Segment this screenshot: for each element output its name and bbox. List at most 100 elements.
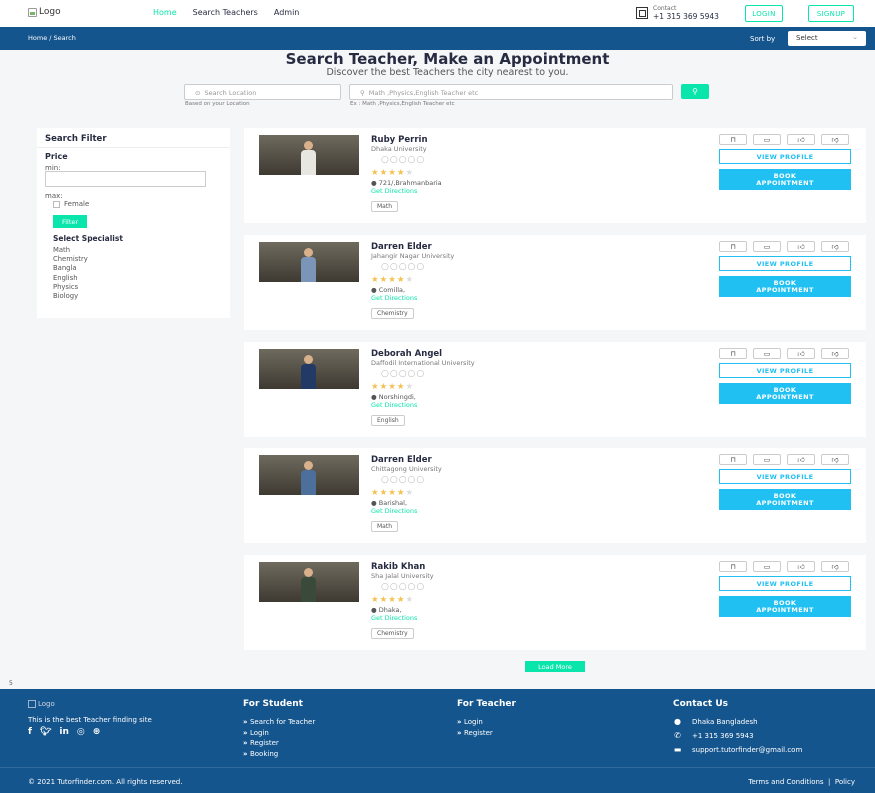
- filter-button[interactable]: Filter: [53, 215, 87, 228]
- get-directions-link[interactable]: Get Directions: [371, 401, 417, 409]
- specialist-item[interactable]: Chemistry: [53, 255, 88, 264]
- footer-link[interactable]: Register: [243, 739, 279, 747]
- thumbs-up-button[interactable]: 👍︎: [787, 454, 815, 465]
- teacher-name[interactable]: Ruby Perrin: [371, 135, 428, 145]
- location-input[interactable]: ⊙ Search Location: [184, 84, 341, 100]
- teacher-university: Sha Jalal University: [371, 572, 434, 580]
- location-pin-icon: ⊙: [195, 89, 201, 97]
- specialist-item[interactable]: Bangla: [53, 264, 88, 273]
- min-price-input[interactable]: [45, 171, 206, 187]
- envelope-icon: ▬: [673, 745, 682, 754]
- sort-select[interactable]: Select ⌄: [788, 31, 866, 46]
- star-icon: ★: [396, 168, 406, 178]
- teacher-photo[interactable]: [259, 562, 359, 602]
- map-marker-icon: ●: [371, 286, 379, 294]
- view-profile-button[interactable]: VIEW PROFILE: [719, 576, 851, 591]
- specialist-item[interactable]: Biology: [53, 292, 88, 301]
- thumbs-up-button[interactable]: 👍︎: [787, 561, 815, 572]
- view-profile-button[interactable]: VIEW PROFILE: [719, 469, 851, 484]
- subject-tag: Chemistry: [371, 308, 414, 319]
- thumbs-down-button[interactable]: 👎︎: [821, 561, 849, 572]
- book-appointment-button[interactable]: BOOK APPOINTMENT: [719, 489, 851, 510]
- star-rating: ★★★★★: [371, 382, 414, 392]
- thumbs-up-button[interactable]: 👍︎: [787, 348, 815, 359]
- thumbs-up-button[interactable]: 👍︎: [787, 241, 815, 252]
- footer-link[interactable]: Search for Teacher: [243, 718, 315, 726]
- login-button[interactable]: LOGIN: [745, 5, 783, 22]
- teacher-photo[interactable]: [259, 349, 359, 389]
- book-appointment-button[interactable]: BOOK APPOINTMENT: [719, 169, 851, 190]
- get-directions-link[interactable]: Get Directions: [371, 187, 417, 195]
- view-profile-button[interactable]: VIEW PROFILE: [719, 256, 851, 271]
- thumbs-up-icon: 👍︎: [797, 136, 805, 144]
- thumbs-up-icon: 👍︎: [797, 243, 805, 251]
- thumbs-up-button[interactable]: 👍︎: [787, 134, 815, 145]
- comment-button[interactable]: ▭: [753, 561, 781, 572]
- teacher-photo[interactable]: [259, 242, 359, 282]
- view-profile-button[interactable]: VIEW PROFILE: [719, 149, 851, 164]
- thumbs-down-button[interactable]: 👎︎: [821, 241, 849, 252]
- specialist-item[interactable]: Physics: [53, 283, 88, 292]
- nav-home[interactable]: Home: [153, 8, 177, 17]
- book-appointment-button[interactable]: BOOK APPOINTMENT: [719, 276, 851, 297]
- teacher-name[interactable]: Darren Elder: [371, 455, 432, 465]
- thumbs-down-button[interactable]: 👎︎: [821, 454, 849, 465]
- view-profile-button[interactable]: VIEW PROFILE: [719, 363, 851, 378]
- teacher-location: ● Dhaka,: [371, 606, 402, 614]
- comment-button[interactable]: ▭: [753, 348, 781, 359]
- bookmark-button[interactable]: ⊓: [719, 561, 747, 572]
- load-more-button[interactable]: Load More: [525, 661, 585, 672]
- nav-search-teachers[interactable]: Search Teachers: [193, 8, 258, 17]
- star-icon: ★: [388, 275, 397, 285]
- comment-button[interactable]: ▭: [753, 134, 781, 145]
- bookmark-button[interactable]: ⊓: [719, 134, 747, 145]
- get-directions-link[interactable]: Get Directions: [371, 507, 417, 515]
- bookmark-button[interactable]: ⊓: [719, 348, 747, 359]
- footer-link[interactable]: Booking: [243, 750, 278, 758]
- dribbble-icon[interactable]: ⊛: [93, 727, 101, 737]
- book-appointment-button[interactable]: BOOK APPOINTMENT: [719, 383, 851, 404]
- footer-link[interactable]: Register: [457, 729, 493, 737]
- facebook-icon[interactable]: f: [28, 727, 32, 737]
- footer-link[interactable]: Login: [457, 718, 483, 726]
- bookmark-button[interactable]: ⊓: [719, 241, 747, 252]
- twitter-icon[interactable]: 🐦︎: [40, 727, 51, 737]
- footer-link[interactable]: Login: [243, 729, 269, 737]
- star-icon: ★: [379, 275, 389, 285]
- female-checkbox[interactable]: Female: [53, 200, 89, 208]
- comment-button[interactable]: ▭: [753, 454, 781, 465]
- teacher-name[interactable]: Deborah Angel: [371, 349, 442, 359]
- terms-link[interactable]: Terms and Conditions: [748, 778, 823, 786]
- thumbs-down-button[interactable]: 👎︎: [821, 348, 849, 359]
- search-icon: ⚲: [360, 89, 365, 97]
- subject-tag: Chemistry: [371, 628, 414, 639]
- policy-link[interactable]: Policy: [835, 778, 855, 786]
- teacher-photo[interactable]: [259, 135, 359, 175]
- book-appointment-button[interactable]: BOOK APPOINTMENT: [719, 596, 851, 617]
- linkedin-icon[interactable]: in: [59, 727, 69, 737]
- instagram-icon[interactable]: ◎: [77, 727, 85, 737]
- get-directions-link[interactable]: Get Directions: [371, 614, 417, 622]
- search-button[interactable]: ⚲: [681, 84, 709, 99]
- teacher-photo[interactable]: [259, 455, 359, 495]
- specialist-item[interactable]: English: [53, 274, 88, 283]
- breadcrumb[interactable]: Home / Search: [28, 34, 76, 42]
- site-logo[interactable]: Logo: [28, 7, 61, 17]
- teacher-name[interactable]: Darren Elder: [371, 242, 432, 252]
- site-footer: Logo This is the best Teacher finding si…: [0, 689, 875, 793]
- subject-search-input[interactable]: ⚲ Math ,Physics,English Teacher etc: [349, 84, 673, 100]
- specialist-item[interactable]: Math: [53, 246, 88, 255]
- star-icon: ★: [405, 382, 415, 392]
- signup-button[interactable]: SIGNUP: [808, 5, 854, 22]
- get-directions-link[interactable]: Get Directions: [371, 294, 417, 302]
- teacher-card: Darren Elder Jahangir Nagar University ○○○…: [244, 235, 866, 330]
- nav-admin[interactable]: Admin: [274, 8, 300, 17]
- bookmark-button[interactable]: ⊓: [719, 454, 747, 465]
- comment-button[interactable]: ▭: [753, 241, 781, 252]
- bookmark-icon: ⊓: [730, 455, 736, 464]
- thumbs-down-button[interactable]: 👎︎: [821, 134, 849, 145]
- footer-student-title: For Student: [243, 699, 303, 709]
- footer-logo[interactable]: Logo: [28, 700, 55, 708]
- rating-circles: ○○○○○: [381, 369, 426, 379]
- teacher-name[interactable]: Rakib Khan: [371, 562, 425, 572]
